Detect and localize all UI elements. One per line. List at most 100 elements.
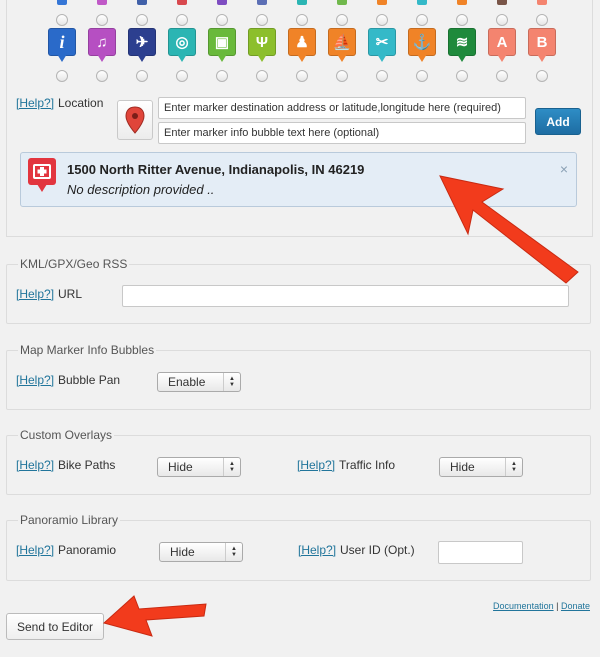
marker-radio[interactable]: [56, 70, 68, 82]
custom-overlays-legend: Custom Overlays: [18, 428, 115, 442]
bike-paths-help-link[interactable]: [Help?]: [16, 458, 54, 472]
location-help-link[interactable]: [Help?]: [16, 96, 54, 110]
panoramio-label: Panoramio: [58, 543, 117, 557]
marker-radio[interactable]: [216, 14, 228, 26]
user-id-input[interactable]: [438, 541, 523, 564]
bubble-pan-select[interactable]: Enable ▲ ▼: [157, 372, 241, 392]
bubble-pan-help-link[interactable]: [Help?]: [16, 373, 54, 387]
bike-paths-label: Bike Paths: [58, 458, 116, 472]
water-icon[interactable]: ≋: [448, 28, 476, 65]
marker-tip: [497, 54, 507, 62]
marker-glyph: ✈: [128, 28, 156, 56]
marker-radio[interactable]: [56, 14, 68, 26]
marker-radio[interactable]: [496, 70, 508, 82]
marker-radio[interactable]: [216, 70, 228, 82]
add-marker-button[interactable]: Add: [535, 108, 581, 135]
hiking-icon[interactable]: ♟: [288, 28, 316, 65]
marker-tip: [177, 54, 187, 62]
marker-glyph: ▣: [208, 28, 236, 56]
marker-glyph: ≋: [448, 28, 476, 56]
marker-peek: [377, 0, 387, 5]
panoramio-select[interactable]: Hide ▲ ▼: [159, 542, 243, 562]
marker-glyph: ⛵: [328, 28, 356, 56]
bike-paths-select[interactable]: Hide ▲ ▼: [157, 457, 241, 477]
kml-help-link[interactable]: [Help?]: [16, 287, 54, 301]
marker-tip: [377, 54, 387, 62]
marker-glyph: ♫: [88, 28, 116, 56]
marker-tip: [337, 54, 347, 62]
panoramio-help-link[interactable]: [Help?]: [16, 543, 54, 557]
info-icon[interactable]: i: [48, 28, 76, 65]
remove-marker-icon[interactable]: ×: [560, 161, 568, 177]
marker-radio[interactable]: [296, 70, 308, 82]
marker-radio[interactable]: [96, 70, 108, 82]
marker-glyph: B: [528, 28, 556, 56]
marker-radio[interactable]: [136, 14, 148, 26]
marker-radio[interactable]: [336, 70, 348, 82]
marker-peek: [257, 0, 267, 5]
marker-tip: [257, 54, 267, 62]
traffic-info-value: Hide: [450, 460, 475, 474]
marker-address-input[interactable]: Enter marker destination address or lati…: [158, 97, 526, 119]
marker-peek: [297, 0, 307, 5]
marker-radio[interactable]: [256, 70, 268, 82]
marker-radio[interactable]: [336, 14, 348, 26]
marker-radio[interactable]: [536, 14, 548, 26]
marker-peek: [217, 0, 227, 5]
marker-glyph: ◎: [168, 28, 196, 56]
letter-b-icon[interactable]: B: [528, 28, 556, 65]
kml-url-input[interactable]: [122, 285, 569, 307]
marker-radio[interactable]: [176, 14, 188, 26]
canoe-icon[interactable]: ⚓: [408, 28, 436, 65]
marker-radio[interactable]: [176, 70, 188, 82]
location-pin-button[interactable]: [117, 100, 153, 140]
marker-radio[interactable]: [416, 70, 428, 82]
ring-icon[interactable]: ◎: [168, 28, 196, 65]
marker-radio[interactable]: [456, 14, 468, 26]
map-pin-icon: [125, 106, 145, 134]
marker-info-input[interactable]: Enter marker info bubble text here (opti…: [158, 122, 526, 144]
send-to-editor-button[interactable]: Send to Editor: [6, 613, 104, 640]
marker-item-description: No description provided ..: [67, 182, 215, 197]
marker-radio[interactable]: [536, 70, 548, 82]
marker-radio[interactable]: [416, 14, 428, 26]
marker-glyph: ♟: [288, 28, 316, 56]
marker-peek: [457, 0, 467, 5]
panoramio-value: Hide: [170, 545, 195, 559]
marker-peek: [137, 0, 147, 5]
marker-radio[interactable]: [296, 14, 308, 26]
marker-radio[interactable]: [376, 14, 388, 26]
kml-legend: KML/GPX/Geo RSS: [18, 257, 130, 271]
select-arrows-icon: ▲ ▼: [505, 458, 522, 476]
marker-radio[interactable]: [136, 70, 148, 82]
kayak-icon[interactable]: ✂: [368, 28, 396, 65]
rowing-icon[interactable]: ⛵: [328, 28, 356, 65]
user-id-help-link[interactable]: [Help?]: [298, 543, 336, 557]
info-bubbles-legend: Map Marker Info Bubbles: [18, 343, 157, 357]
saxophone-icon[interactable]: ♫: [88, 28, 116, 65]
marker-radio[interactable]: [496, 14, 508, 26]
menorah-icon[interactable]: Ψ: [248, 28, 276, 65]
marker-glyph: i: [48, 28, 76, 56]
marker-glyph: Ψ: [248, 28, 276, 56]
frame-icon[interactable]: ▣: [208, 28, 236, 65]
documentation-link[interactable]: Documentation: [493, 601, 554, 611]
marker-radio[interactable]: [256, 14, 268, 26]
location-label: Location: [58, 96, 104, 110]
donate-link[interactable]: Donate: [561, 601, 590, 611]
link-separator: |: [556, 601, 559, 611]
marker-radio[interactable]: [456, 70, 468, 82]
traffic-info-select[interactable]: Hide ▲ ▼: [439, 457, 523, 477]
marker-radio[interactable]: [376, 70, 388, 82]
user-id-label: User ID (Opt.): [340, 543, 415, 557]
airplane-icon[interactable]: ✈: [128, 28, 156, 65]
marker-tip: [417, 54, 427, 62]
letter-a-icon[interactable]: A: [488, 28, 516, 65]
marker-tip: [297, 54, 307, 62]
traffic-info-help-link[interactable]: [Help?]: [297, 458, 335, 472]
marker-radio[interactable]: [96, 14, 108, 26]
marker-glyph: A: [488, 28, 516, 56]
marker-peek: [497, 0, 507, 5]
marker-peek: [57, 0, 67, 5]
marker-peek: [337, 0, 347, 5]
